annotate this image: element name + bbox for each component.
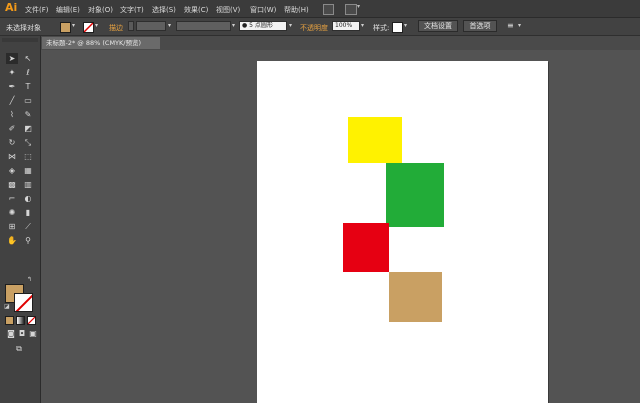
menu-object[interactable]: 对象(O) xyxy=(88,5,113,15)
panel-menu-icon[interactable]: ≡ xyxy=(507,21,514,30)
artboard[interactable] xyxy=(257,61,548,403)
document-setup-button[interactable]: 文档设置 xyxy=(418,20,458,32)
blend-tool-icon[interactable]: ◐ xyxy=(22,193,34,204)
column-graph-tool-icon[interactable]: ▮ xyxy=(22,207,34,218)
eraser-tool-icon[interactable]: ◩ xyxy=(22,123,34,134)
artboard-tool-icon[interactable]: ⊞ xyxy=(6,221,18,232)
green-square[interactable] xyxy=(386,163,444,227)
screen-mode-icon[interactable]: ⧉ xyxy=(13,343,25,354)
slice-tool-icon[interactable]: ⟋ xyxy=(22,221,34,232)
document-tab[interactable]: 未标题-2* @ 88% (CMYK/预览) xyxy=(42,37,160,49)
draw-inside-icon[interactable]: ▣ xyxy=(27,328,39,339)
chevron-down-icon[interactable]: ▾ xyxy=(232,22,235,29)
lasso-tool-icon[interactable]: ℓ xyxy=(22,67,34,78)
rectangle-tool-icon[interactable]: ▭ xyxy=(22,95,34,106)
chevron-down-icon[interactable]: ▾ xyxy=(72,22,75,29)
stroke-label[interactable]: 描边 xyxy=(109,23,123,33)
selection-tool-icon[interactable]: ➤ xyxy=(6,53,18,64)
hand-tool-icon[interactable]: ✋ xyxy=(6,235,18,246)
gradient-tool-icon[interactable]: ▥ xyxy=(22,179,34,190)
red-square[interactable] xyxy=(343,223,389,272)
eyedropper-tool-icon[interactable]: ⌐ xyxy=(6,193,18,204)
menu-effect[interactable]: 效果(C) xyxy=(184,5,208,15)
type-tool-icon[interactable]: T xyxy=(22,81,34,92)
mesh-tool-icon[interactable]: ▩ xyxy=(6,179,18,190)
direct-selection-tool-icon[interactable]: ↖ xyxy=(22,53,34,64)
pen-tool-icon[interactable]: ✒ xyxy=(6,81,18,92)
brush-definition[interactable]: ● 5 点圆形 xyxy=(239,21,287,31)
none-mode-icon[interactable] xyxy=(27,316,36,325)
shape-builder-tool-icon[interactable]: ◈ xyxy=(6,165,18,176)
no-fill-icon xyxy=(28,317,35,324)
perspective-grid-tool-icon[interactable]: ▦ xyxy=(22,165,34,176)
menu-window[interactable]: 窗口(W) xyxy=(250,5,276,15)
symbol-sprayer-tool-icon[interactable]: ✺ xyxy=(6,207,18,218)
width-tool-icon[interactable]: ⋈ xyxy=(6,151,18,162)
no-stroke-icon xyxy=(84,23,93,32)
style-label: 样式: xyxy=(373,24,390,32)
document-tab-title: 未标题-2* @ 88% (CMYK/预览) xyxy=(46,39,142,47)
tools-panel: ➤ ↖ ✦ ℓ ✒ T ╱ ▭ ⌇ ✎ ✐ ◩ ↻ ⤡ ⋈ ⬚ ◈ ▦ ▩ ▥ … xyxy=(0,36,41,403)
fill-swatch[interactable] xyxy=(60,22,71,33)
graphic-style-swatch[interactable] xyxy=(392,22,403,33)
line-tool-icon[interactable]: ╱ xyxy=(6,95,18,106)
menu-view[interactable]: 视图(V) xyxy=(216,5,240,15)
chevron-down-icon[interactable]: ▾ xyxy=(361,22,364,29)
free-transform-tool-icon[interactable]: ⬚ xyxy=(22,151,34,162)
menu-select[interactable]: 选择(S) xyxy=(152,5,176,15)
paintbrush-tool-icon[interactable]: ⌇ xyxy=(6,109,18,120)
control-bar: 未选择对象 ▾ ▾ 描边 ▾ ▾ ● 5 点圆形 ▾ 不透明度 100% ▾ 样… xyxy=(0,18,640,36)
magic-wand-tool-icon[interactable]: ✦ xyxy=(6,67,18,78)
tan-square[interactable] xyxy=(389,272,442,322)
opacity-label[interactable]: 不透明度 xyxy=(300,23,328,33)
preferences-button[interactable]: 首选项 xyxy=(463,20,497,32)
selection-status: 未选择对象 xyxy=(6,24,41,32)
default-colors-icon[interactable]: ◪ xyxy=(4,303,10,310)
chevron-down-icon[interactable]: ▾ xyxy=(168,22,171,29)
blob-brush-tool-icon[interactable]: ✐ xyxy=(6,123,18,134)
yellow-square[interactable] xyxy=(348,117,402,163)
gradient-mode-icon[interactable] xyxy=(16,316,25,325)
zoom-tool-icon[interactable]: ⚲ xyxy=(22,235,34,246)
pencil-tool-icon[interactable]: ✎ xyxy=(22,109,34,120)
panel-grip[interactable] xyxy=(2,38,38,42)
variable-width-profile[interactable] xyxy=(176,21,231,31)
brush-value: 5 点圆形 xyxy=(249,22,273,29)
app-logo: Ai xyxy=(5,1,18,14)
bridge-icon[interactable] xyxy=(323,4,334,15)
arrange-documents-icon[interactable] xyxy=(345,4,357,15)
stroke-swatch[interactable] xyxy=(83,22,94,33)
chevron-down-icon[interactable]: ▾ xyxy=(95,22,98,29)
color-mode-icon[interactable] xyxy=(5,316,14,325)
chevron-down-icon[interactable]: ▾ xyxy=(289,22,292,29)
scale-tool-icon[interactable]: ⤡ xyxy=(22,137,34,148)
chevron-down-icon[interactable]: ▾ xyxy=(357,3,360,10)
chevron-down-icon[interactable]: ▾ xyxy=(518,22,521,29)
stroke-color-box[interactable] xyxy=(14,293,33,312)
menu-type[interactable]: 文字(T) xyxy=(120,5,144,15)
menu-help[interactable]: 帮助(H) xyxy=(284,5,309,15)
stroke-weight-input[interactable] xyxy=(136,21,166,31)
menu-file[interactable]: 文件(F) xyxy=(25,5,49,15)
opacity-input[interactable]: 100% xyxy=(332,21,360,31)
chevron-down-icon[interactable]: ▾ xyxy=(404,22,407,29)
menu-edit[interactable]: 编辑(E) xyxy=(56,5,80,15)
swap-colors-icon[interactable]: ↰ xyxy=(27,276,32,283)
rotate-tool-icon[interactable]: ↻ xyxy=(6,137,18,148)
menu-bar: Ai 文件(F) 编辑(E) 对象(O) 文字(T) 选择(S) 效果(C) 视… xyxy=(0,0,640,18)
stroke-weight-stepper[interactable] xyxy=(128,21,134,31)
